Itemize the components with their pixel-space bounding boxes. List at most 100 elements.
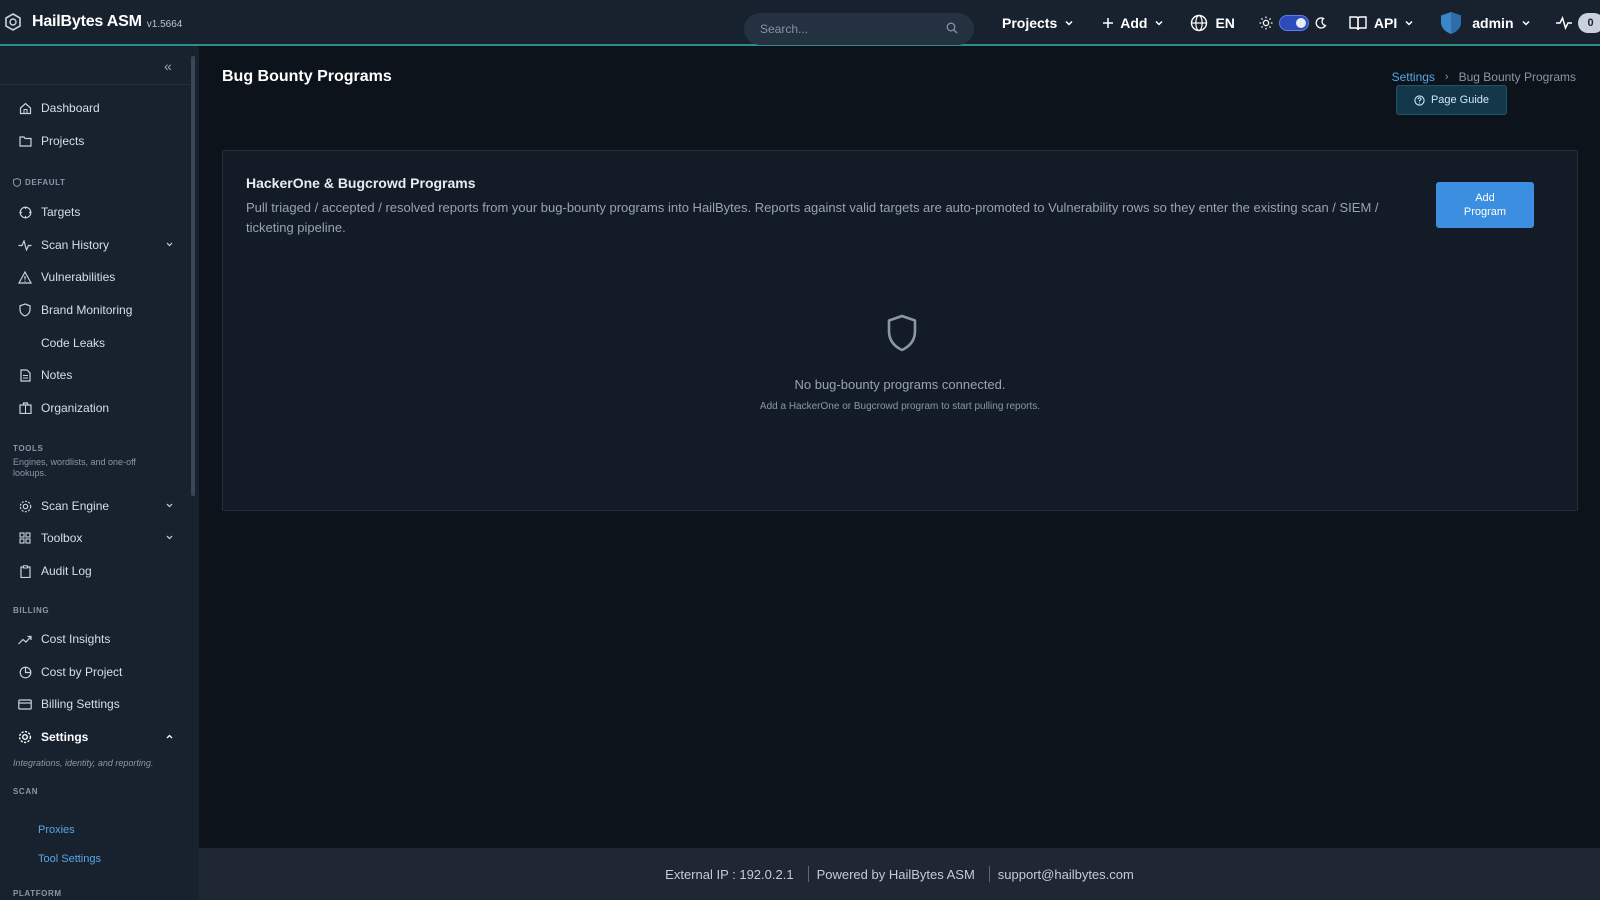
sidebar-item-label: Dashboard	[41, 101, 100, 115]
powered-by[interactable]: Powered by HailBytes ASM	[817, 867, 975, 882]
document-icon	[18, 368, 32, 382]
section-platform: PLATFORM	[13, 889, 62, 898]
language-label: EN	[1215, 15, 1235, 31]
sidebar-item-label: Audit Log	[41, 564, 92, 578]
projects-menu[interactable]: Projects	[1002, 15, 1074, 31]
sidebar-item-label: Cost Insights	[41, 632, 111, 646]
sidebar: « Dashboard Projects DEFAULT Targets Sca…	[0, 46, 199, 900]
activity-count-badge: 0	[1577, 13, 1600, 33]
sidebar-item-scan-engine[interactable]: Scan Engine	[0, 490, 190, 522]
main-content: Bug Bounty Programs Settings › Bug Bount…	[199, 46, 1600, 848]
globe-icon	[1191, 14, 1208, 32]
theme-toggle[interactable]	[1278, 15, 1309, 31]
collapse-sidebar-icon[interactable]: «	[164, 58, 172, 74]
empty-state-title: No bug-bounty programs connected.	[794, 377, 1006, 392]
sidebar-item-audit-log[interactable]: Audit Log	[0, 555, 190, 587]
clipboard-icon	[18, 564, 32, 578]
book-icon	[1349, 16, 1367, 31]
page-guide-label: Page Guide	[1430, 94, 1490, 106]
theme-switch[interactable]	[1259, 15, 1327, 31]
sidebar-item-billing-settings[interactable]: Billing Settings	[0, 688, 190, 720]
sidebar-item-targets[interactable]: Targets	[0, 196, 190, 228]
external-ip: External IP : 192.0.2.1	[665, 866, 794, 882]
search-icon[interactable]	[946, 22, 958, 37]
chevron-down-icon	[1065, 20, 1073, 26]
empty-state-subtitle: Add a HackerOne or Bugcrowd program to s…	[759, 401, 1041, 412]
sun-icon	[1259, 16, 1273, 30]
sidebar-item-toolbox[interactable]: Toolbox	[0, 522, 190, 554]
page-guide-button[interactable]: Page Guide	[1396, 85, 1507, 115]
target-icon	[18, 205, 32, 219]
pie-chart-icon	[18, 665, 32, 679]
sidebar-item-cost-insights[interactable]: Cost Insights	[0, 623, 190, 655]
api-menu-label: API	[1373, 15, 1398, 31]
sidebar-item-label: Brand Monitoring	[41, 303, 133, 317]
card-description: Pull triaged / accepted / resolved repor…	[246, 200, 1379, 235]
card-title: HackerOne & Bugcrowd Programs	[246, 175, 476, 191]
search-input[interactable]	[760, 22, 946, 36]
gear-icon	[18, 730, 32, 744]
activity-indicator[interactable]: 0	[1555, 13, 1600, 33]
sidebar-subitem-proxies[interactable]: Proxies	[38, 824, 75, 836]
activity-icon	[18, 238, 32, 252]
chevron-down-icon	[1405, 20, 1413, 26]
support-email-link[interactable]: support@hailbytes.com	[998, 867, 1134, 882]
breadcrumb: Settings › Bug Bounty Programs	[1392, 70, 1576, 84]
chevron-down-icon	[166, 503, 173, 508]
user-menu[interactable]: admin	[1440, 11, 1530, 35]
sidebar-item-organization[interactable]: Organization	[0, 392, 190, 424]
top-nav: Projects Add EN API admin 0	[1002, 0, 1600, 46]
add-program-button[interactable]: Add Program	[1436, 182, 1534, 228]
shield-icon	[18, 303, 32, 317]
sidebar-item-label: Settings	[41, 730, 89, 744]
sidebar-item-brand-monitoring[interactable]: Brand Monitoring	[0, 294, 190, 326]
sidebar-item-notes[interactable]: Notes	[0, 359, 190, 391]
activity-icon	[1555, 16, 1572, 30]
sidebar-item-code-leaks[interactable]: Code Leaks	[0, 327, 190, 359]
api-menu[interactable]: API	[1349, 15, 1414, 31]
sidebar-item-label: Targets	[41, 205, 81, 219]
sidebar-item-projects[interactable]: Projects	[0, 125, 190, 157]
credit-card-icon	[18, 697, 32, 711]
add-program-label: Add Program	[1463, 192, 1507, 218]
sidebar-item-scan-history[interactable]: Scan History	[0, 229, 190, 261]
folder-icon	[18, 134, 32, 148]
sidebar-item-dashboard[interactable]: Dashboard	[0, 92, 190, 124]
page-title: Bug Bounty Programs	[222, 68, 392, 85]
sidebar-item-label: Billing Settings	[41, 697, 120, 711]
sidebar-item-label: Vulnerabilities	[41, 270, 116, 284]
sidebar-item-vulnerabilities[interactable]: Vulnerabilities	[0, 261, 190, 293]
chevron-down-icon	[1521, 20, 1530, 26]
app-name: HailBytes ASM	[32, 13, 142, 30]
section-default: DEFAULT	[13, 178, 66, 187]
breadcrumb-settings-link[interactable]: Settings	[1392, 70, 1435, 84]
chevron-down-icon	[166, 535, 173, 540]
programs-card: HackerOne & Bugcrowd Programs Pull triag…	[222, 150, 1578, 511]
sidebar-item-cost-by-project[interactable]: Cost by Project	[0, 656, 190, 688]
add-menu-label: Add	[1120, 15, 1148, 31]
sidebar-item-label: Scan History	[41, 238, 110, 252]
sidebar-item-label: Notes	[41, 368, 73, 382]
footer: External IP : 192.0.2.1 Powered by HailB…	[199, 848, 1600, 900]
sidebar-scrollbar[interactable]	[191, 56, 195, 496]
sidebar-subitem-tool-settings[interactable]: Tool Settings	[38, 853, 101, 865]
chevron-down-icon	[1155, 20, 1163, 26]
section-billing: BILLING	[13, 606, 50, 615]
sidebar-item-settings[interactable]: Settings	[0, 721, 190, 753]
grid-icon	[18, 531, 32, 545]
moon-icon	[1315, 17, 1327, 29]
language-selector[interactable]: EN	[1190, 14, 1235, 32]
section-tools: TOOLS	[13, 444, 44, 453]
sidebar-item-label: Cost by Project	[41, 665, 123, 679]
chevron-up-icon	[166, 734, 173, 739]
brand[interactable]: HailBytes ASM v1.5664	[0, 0, 182, 44]
gear-icon	[18, 499, 32, 513]
add-menu[interactable]: Add	[1102, 15, 1164, 31]
settings-description: Integrations, identity, and reporting.	[13, 758, 154, 768]
app-version: v1.5664	[146, 18, 183, 30]
trending-up-icon	[18, 632, 32, 646]
breadcrumb-current: Bug Bounty Programs	[1458, 70, 1576, 84]
section-tools-description: Engines, wordlists, and one-off lookups.	[13, 457, 136, 478]
shield-small-icon	[13, 178, 21, 187]
section-scan: SCAN	[13, 787, 39, 796]
